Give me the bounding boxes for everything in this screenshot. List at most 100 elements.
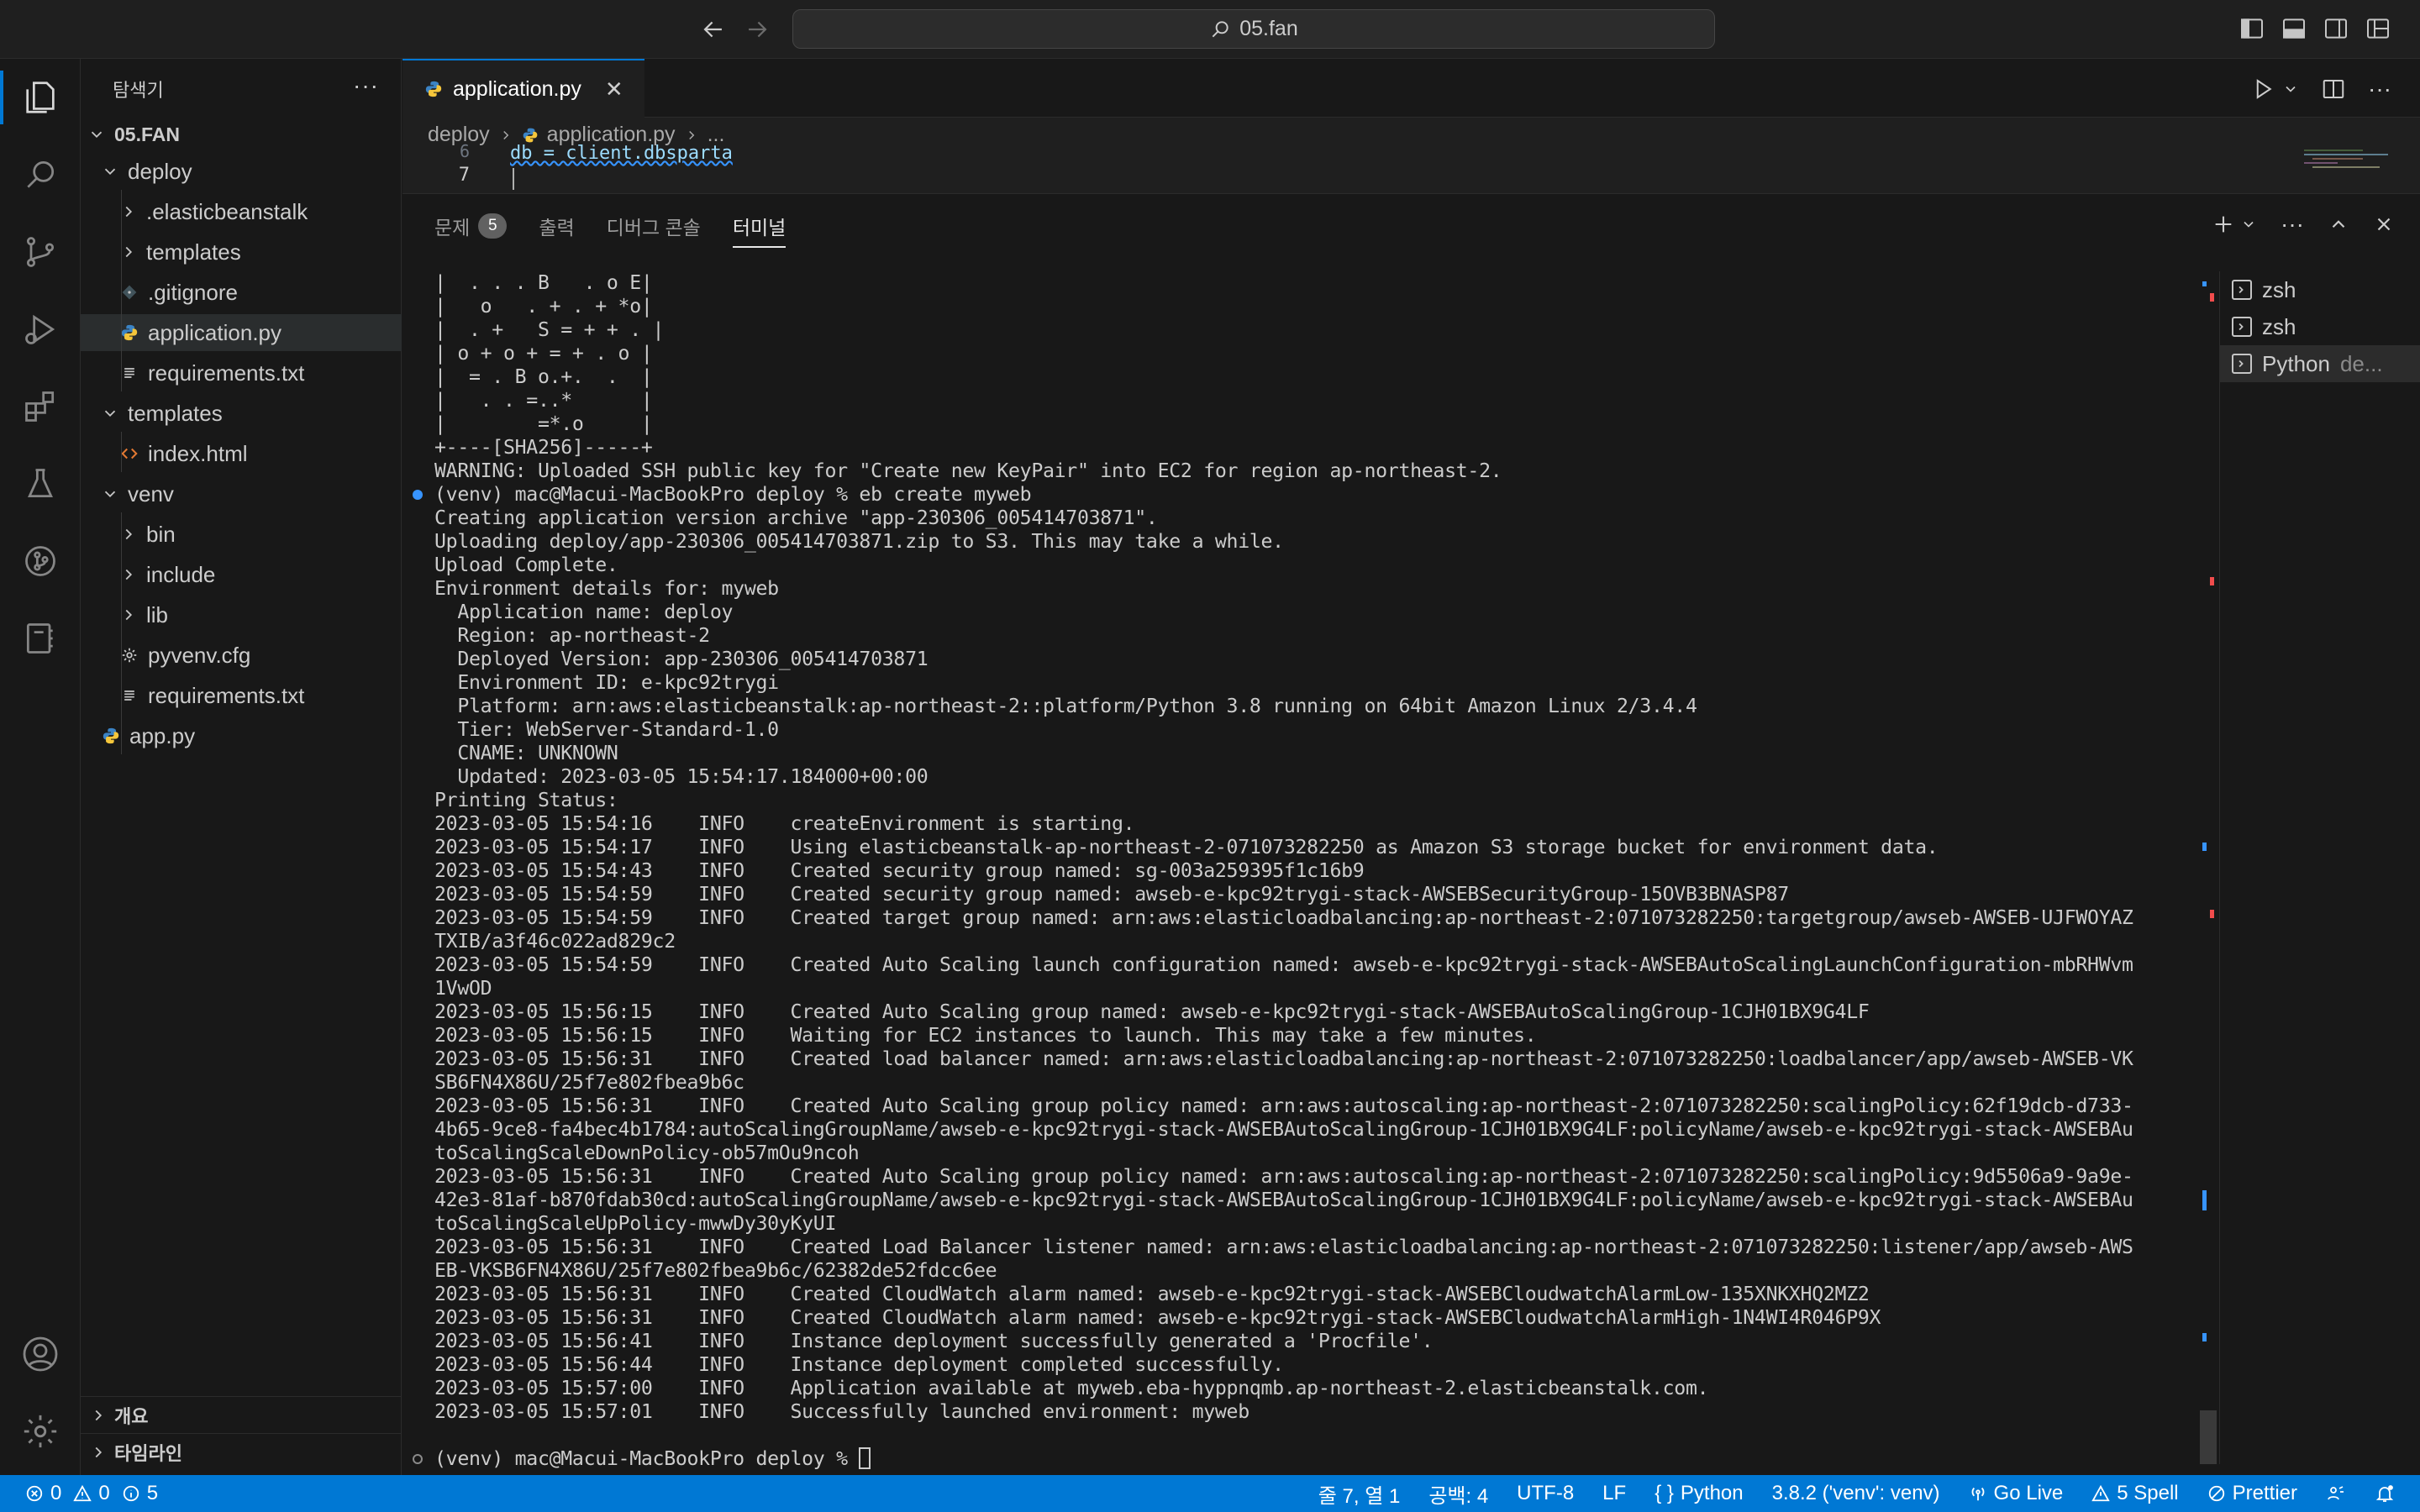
workspace-root[interactable]: 05.FAN: [81, 116, 402, 153]
command-center-search[interactable]: 05.fan: [792, 9, 1715, 49]
tab-terminal[interactable]: 터미널: [732, 209, 786, 248]
tree-folder[interactable]: bin: [81, 516, 402, 553]
terminal-overview-ruler[interactable]: [2200, 271, 2217, 1464]
terminal-line: TXIB/a3f46c022ad829c2: [434, 930, 676, 953]
toggle-panel-icon[interactable]: [2281, 15, 2309, 44]
info-count: 5: [146, 1482, 159, 1504]
minimap[interactable]: [2304, 150, 2405, 193]
customize-layout-icon[interactable]: [2365, 15, 2393, 44]
tree-item-label: requirements.txt: [148, 682, 305, 708]
close-icon[interactable]: ✕: [605, 76, 623, 102]
terminal-prompt-line[interactable]: (venv) mac@Macui-MacBookPro deploy %: [434, 1447, 2420, 1471]
spell-label: 5 Spell: [2117, 1482, 2179, 1504]
notifications-bell-icon[interactable]: [2375, 1483, 2395, 1504]
terminal-output[interactable]: | . . . B . o E| | o . + . + *o| | . + S =…: [434, 271, 2420, 1471]
tree-file[interactable]: requirements.txt: [81, 677, 402, 714]
language-mode[interactable]: { } Python: [1655, 1482, 1743, 1505]
tree-file[interactable]: index.html: [81, 435, 402, 472]
maximize-panel-icon[interactable]: [2328, 213, 2349, 235]
code-line[interactable]: 6 db = client.dbsparta 7: [402, 141, 2420, 192]
tree-folder[interactable]: deploy: [81, 153, 402, 190]
timeline-section[interactable]: 타임라인: [81, 1433, 402, 1470]
terminal-name: Python: [2262, 350, 2330, 376]
tab-label: 문제: [434, 217, 471, 239]
python-file-icon: [522, 127, 539, 144]
search-icon[interactable]: [0, 136, 81, 213]
broadcast-icon: [1969, 1484, 1987, 1503]
html-file-icon: [119, 444, 139, 464]
terminal-line: | = . B o.+. . |: [434, 365, 653, 388]
manage-gear-icon[interactable]: [0, 1393, 81, 1470]
spell-status[interactable]: 5 Spell: [2091, 1482, 2179, 1505]
new-terminal-icon[interactable]: [2212, 213, 2235, 236]
tree-folder[interactable]: venv: [81, 475, 402, 512]
tree-item-label: include: [146, 561, 216, 587]
feedback-icon[interactable]: [2326, 1483, 2346, 1504]
extensions-icon[interactable]: [0, 368, 81, 445]
tree-file[interactable]: app.py: [81, 717, 402, 754]
terminal-line: EB-VKSB6FN4X86U/25f7e802fbea9b6c/62382de…: [434, 1259, 997, 1282]
terminal-line: 2023-03-05 15:56:31 INFO Created CloudWa…: [434, 1306, 1881, 1329]
terminal-line: Deployed Version: app-230306_00541470387…: [434, 648, 929, 670]
tab-output[interactable]: 출력: [539, 209, 574, 243]
terminal-instance[interactable]: zsh: [2220, 271, 2420, 308]
terminal-line: 2023-03-05 15:56:31 INFO Created Auto Sc…: [434, 1095, 2133, 1117]
run-debug-icon[interactable]: [0, 291, 81, 368]
tree-folder[interactable]: .elasticbeanstalk: [81, 193, 402, 230]
notebook-icon[interactable]: [0, 600, 81, 677]
tree-file[interactable]: requirements.txt: [81, 354, 402, 391]
command-decoration-icon[interactable]: [413, 490, 423, 500]
run-python-file-icon[interactable]: [2250, 76, 2275, 102]
forward-arrow-icon[interactable]: [743, 15, 771, 44]
tree-folder[interactable]: include: [81, 556, 402, 593]
tree-folder[interactable]: templates: [81, 395, 402, 432]
python-interpreter[interactable]: 3.8.2 ('venv': venv): [1772, 1482, 1940, 1505]
terminal-line: | o + o + = + . o |: [434, 342, 653, 365]
status-bar: 0 0 5 줄 7, 열 1 공백: 4 UTF-8 LF { } Python…: [0, 1475, 2420, 1512]
terminal-line: Updated: 2023-03-05 15:54:17.184000+00:0…: [434, 765, 929, 788]
encoding[interactable]: UTF-8: [1517, 1482, 1574, 1505]
more-actions-icon[interactable]: ···: [2281, 211, 2304, 238]
more-actions-icon[interactable]: ···: [353, 72, 379, 99]
tab-debug-console[interactable]: 디버그 콘솔: [607, 209, 701, 243]
tree-file[interactable]: application.py: [81, 314, 402, 351]
split-editor-icon[interactable]: [2321, 76, 2346, 102]
tab-application-py[interactable]: application.py ✕: [402, 59, 644, 118]
back-arrow-icon[interactable]: [699, 15, 728, 44]
problems-count-badge: 5: [478, 213, 508, 239]
terminal-line: 2023-03-05 15:54:43 INFO Created securit…: [434, 859, 1365, 882]
terminal-line: 2023-03-05 15:56:15 INFO Waiting for EC2…: [434, 1024, 1537, 1047]
terminal-instance[interactable]: zsh: [2220, 308, 2420, 345]
cursor-position[interactable]: 줄 7, 열 1: [1318, 1479, 1401, 1509]
more-actions-icon[interactable]: ···: [2368, 76, 2391, 102]
git-graph-icon[interactable]: [0, 522, 81, 600]
terminal-instance[interactable]: Python de...: [2220, 345, 2420, 382]
command-decoration-icon[interactable]: [413, 1454, 423, 1464]
tree-folder[interactable]: lib: [81, 596, 402, 633]
problems-status[interactable]: 0 0 5: [25, 1475, 158, 1512]
prettier-status[interactable]: Prettier: [2207, 1482, 2297, 1505]
terminal-line: toScalingScaleDownPolicy-ob57mOu9ncoh: [434, 1142, 860, 1164]
outline-section[interactable]: 개요: [81, 1396, 402, 1433]
editor-actions: ···: [2250, 76, 2391, 102]
tree-file[interactable]: .gitignore: [81, 274, 402, 311]
testing-icon[interactable]: [0, 445, 81, 522]
tree-item-label: bin: [146, 521, 176, 547]
close-panel-icon[interactable]: [2373, 213, 2395, 235]
warning-icon: [73, 1484, 92, 1503]
indentation[interactable]: 공백: 4: [1428, 1479, 1488, 1509]
chevron-down-icon[interactable]: [2240, 216, 2257, 233]
end-of-line[interactable]: LF: [1602, 1482, 1626, 1505]
accounts-icon[interactable]: [0, 1315, 81, 1393]
go-live-button[interactable]: Go Live: [1969, 1482, 2063, 1505]
source-control-icon[interactable]: [0, 213, 81, 291]
toggle-primary-sidebar-icon[interactable]: [2238, 15, 2267, 44]
toggle-secondary-sidebar-icon[interactable]: [2323, 15, 2351, 44]
terminal-line: 2023-03-05 15:56:31 INFO Created load ba…: [434, 1047, 2133, 1070]
tree-folder[interactable]: templates: [81, 234, 402, 270]
tree-file[interactable]: pyvenv.cfg: [81, 637, 402, 674]
error-count: 0: [50, 1482, 62, 1504]
explorer-icon[interactable]: [0, 59, 81, 136]
tab-problems[interactable]: 문제 5: [434, 209, 508, 243]
chevron-down-icon[interactable]: [2282, 81, 2299, 97]
